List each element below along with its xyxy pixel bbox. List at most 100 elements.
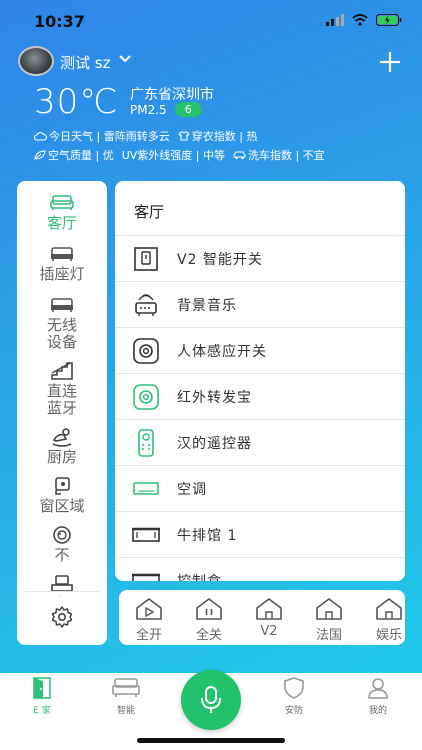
add-icon[interactable]: [376, 48, 404, 76]
room-item-living-room[interactable]: 客厅: [17, 189, 107, 232]
tab-label: E 家: [33, 706, 51, 716]
bed-icon: [51, 247, 73, 261]
play-house-icon: [136, 598, 162, 620]
box-icon: [132, 573, 160, 581]
pm25-badge: 6: [174, 102, 202, 117]
scene-track: 全开 全关 V2 法国 娱乐: [119, 590, 405, 645]
rocking-horse-icon: [52, 428, 72, 447]
room-item-window-area[interactable]: 窗区域: [17, 472, 107, 515]
home-name[interactable]: 测试 sz: [60, 52, 110, 73]
battery-icon: [376, 14, 402, 26]
tab-label: 安防: [284, 706, 303, 716]
shirt-icon: [177, 131, 190, 141]
leaf-icon: [34, 150, 46, 160]
car-icon: [233, 151, 246, 160]
room-list[interactable]: 客厅 插座灯 无线 设备 直连 蓝牙 厨房 窗区域 不 测 1: [17, 189, 107, 597]
room-item-not[interactable]: 不: [17, 521, 107, 564]
tab-smart[interactable]: 智能: [96, 673, 156, 723]
tab-label: 智能: [116, 706, 135, 716]
device-item-ac[interactable]: 空调: [115, 465, 405, 511]
signal-icon: [326, 14, 344, 26]
pm25-label: PM2.5: [130, 102, 167, 117]
device-item-background-music[interactable]: 背景音乐: [115, 281, 405, 327]
clothing-index: 穿衣指数 | 热: [177, 128, 258, 144]
panel-title: 客厅: [134, 203, 165, 221]
status-bar: 10:37: [0, 0, 422, 44]
device-item-remote[interactable]: 汉的遥控器: [115, 419, 405, 465]
sofa-icon: [50, 195, 74, 210]
scene-entertainment[interactable]: 娱乐: [359, 590, 405, 645]
device-item-control-box[interactable]: 控制盒: [115, 557, 405, 581]
room-label: 客厅: [46, 214, 77, 232]
avatar[interactable]: [18, 46, 54, 76]
city-name: 广东省深圳市: [130, 87, 214, 103]
tab-home[interactable]: E 家: [12, 673, 72, 723]
device-label: 汉的遥控器: [177, 435, 252, 452]
stairs-icon: [51, 362, 73, 380]
home-header: 测试 sz: [18, 46, 404, 78]
device-label: 红外转发宝: [177, 389, 252, 406]
room-item-wireless[interactable]: 无线 设备: [17, 291, 107, 351]
room-item-socket-light[interactable]: 插座灯: [17, 240, 107, 283]
gear-icon[interactable]: [50, 605, 74, 629]
temperature: 30℃: [34, 82, 119, 122]
device-item-steakhouse[interactable]: 牛排馆 1: [115, 511, 405, 557]
microphone-icon: [201, 686, 221, 713]
person-icon: [368, 678, 388, 699]
voice-button[interactable]: [181, 670, 241, 730]
room-item-bluetooth[interactable]: 直连 蓝牙: [17, 357, 107, 417]
car-wash-text: 洗车指数 | 不宜: [247, 149, 325, 162]
chevron-down-icon[interactable]: [118, 54, 132, 64]
room-label: 测 1: [47, 596, 76, 598]
scene-label: 全开: [135, 628, 162, 643]
device-item-ir-hub[interactable]: 红外转发宝: [115, 373, 405, 419]
scene-v2[interactable]: V2: [239, 590, 299, 645]
washer-icon: [53, 526, 71, 544]
device-item-motion-switch[interactable]: 人体感应开关: [115, 327, 405, 373]
ir-hub-icon: [133, 383, 159, 410]
weather-line-2: 空气质量 | 优 UV紫外线强度 | 中等 洗车指数 | 不宜: [34, 147, 325, 163]
divider: [25, 591, 99, 592]
device-panel: 客厅 V2 智能开关 背景音乐 人体感应开关 红外转发宝 汉的遥控器 空调 牛排…: [115, 181, 405, 581]
room-sidebar: 客厅 插座灯 无线 设备 直连 蓝牙 厨房 窗区域 不 测 1: [17, 181, 107, 645]
room-label: 插座灯: [39, 265, 85, 283]
car-wash-index: 洗车指数 | 不宜: [233, 147, 325, 163]
door-icon: [33, 677, 51, 699]
tab-security[interactable]: 安防: [264, 673, 324, 723]
pause-house-icon: [196, 598, 222, 620]
bed-icon: [112, 678, 140, 697]
scene-label: 全关: [195, 628, 222, 643]
toilet-paper-icon: [55, 477, 70, 495]
house-icon: [256, 598, 282, 620]
home-indicator: [137, 738, 285, 743]
sensor-icon: [133, 337, 159, 364]
device-label: 背景音乐: [177, 297, 237, 314]
clothing-index-text: 穿衣指数 | 热: [191, 130, 258, 143]
scene-bar[interactable]: 全开 全关 V2 法国 娱乐: [119, 590, 405, 645]
tab-mine[interactable]: 我的: [348, 673, 408, 723]
room-label: 无线 设备: [46, 316, 77, 351]
device-label: 控制盒: [177, 571, 222, 582]
status-time: 10:37: [34, 12, 85, 31]
scene-france[interactable]: 法国: [299, 590, 359, 645]
uv-index: UV紫外线强度 | 中等: [121, 149, 225, 162]
room-label: 窗区域: [39, 497, 85, 515]
tab-label: 我的: [368, 706, 387, 716]
air-quality: 空气质量 | 优: [34, 147, 114, 163]
device-item-v2-switch[interactable]: V2 智能开关: [115, 235, 405, 281]
scene-all-off[interactable]: 全关: [179, 590, 239, 645]
room-item-kitchen[interactable]: 厨房: [17, 423, 107, 466]
room-label: 厨房: [46, 448, 77, 466]
weather-today-text: 今日天气 | 雷阵雨转多云: [49, 130, 170, 143]
remote-icon: [138, 428, 154, 457]
scene-all-on[interactable]: 全开: [119, 590, 179, 645]
room-item-test1[interactable]: 测 1: [17, 570, 107, 597]
weather-today: 今日天气 | 雷阵雨转多云: [34, 128, 170, 144]
device-list[interactable]: V2 智能开关 背景音乐 人体感应开关 红外转发宝 汉的遥控器 空调 牛排馆 1: [115, 235, 405, 581]
house-icon: [376, 598, 402, 620]
scene-label: 法国: [315, 628, 342, 643]
status-icons: [326, 14, 402, 26]
ac-icon: [133, 481, 159, 495]
scene-label: V2: [260, 624, 278, 639]
weather-line-1: 今日天气 | 雷阵雨转多云 穿衣指数 | 热: [34, 128, 257, 144]
